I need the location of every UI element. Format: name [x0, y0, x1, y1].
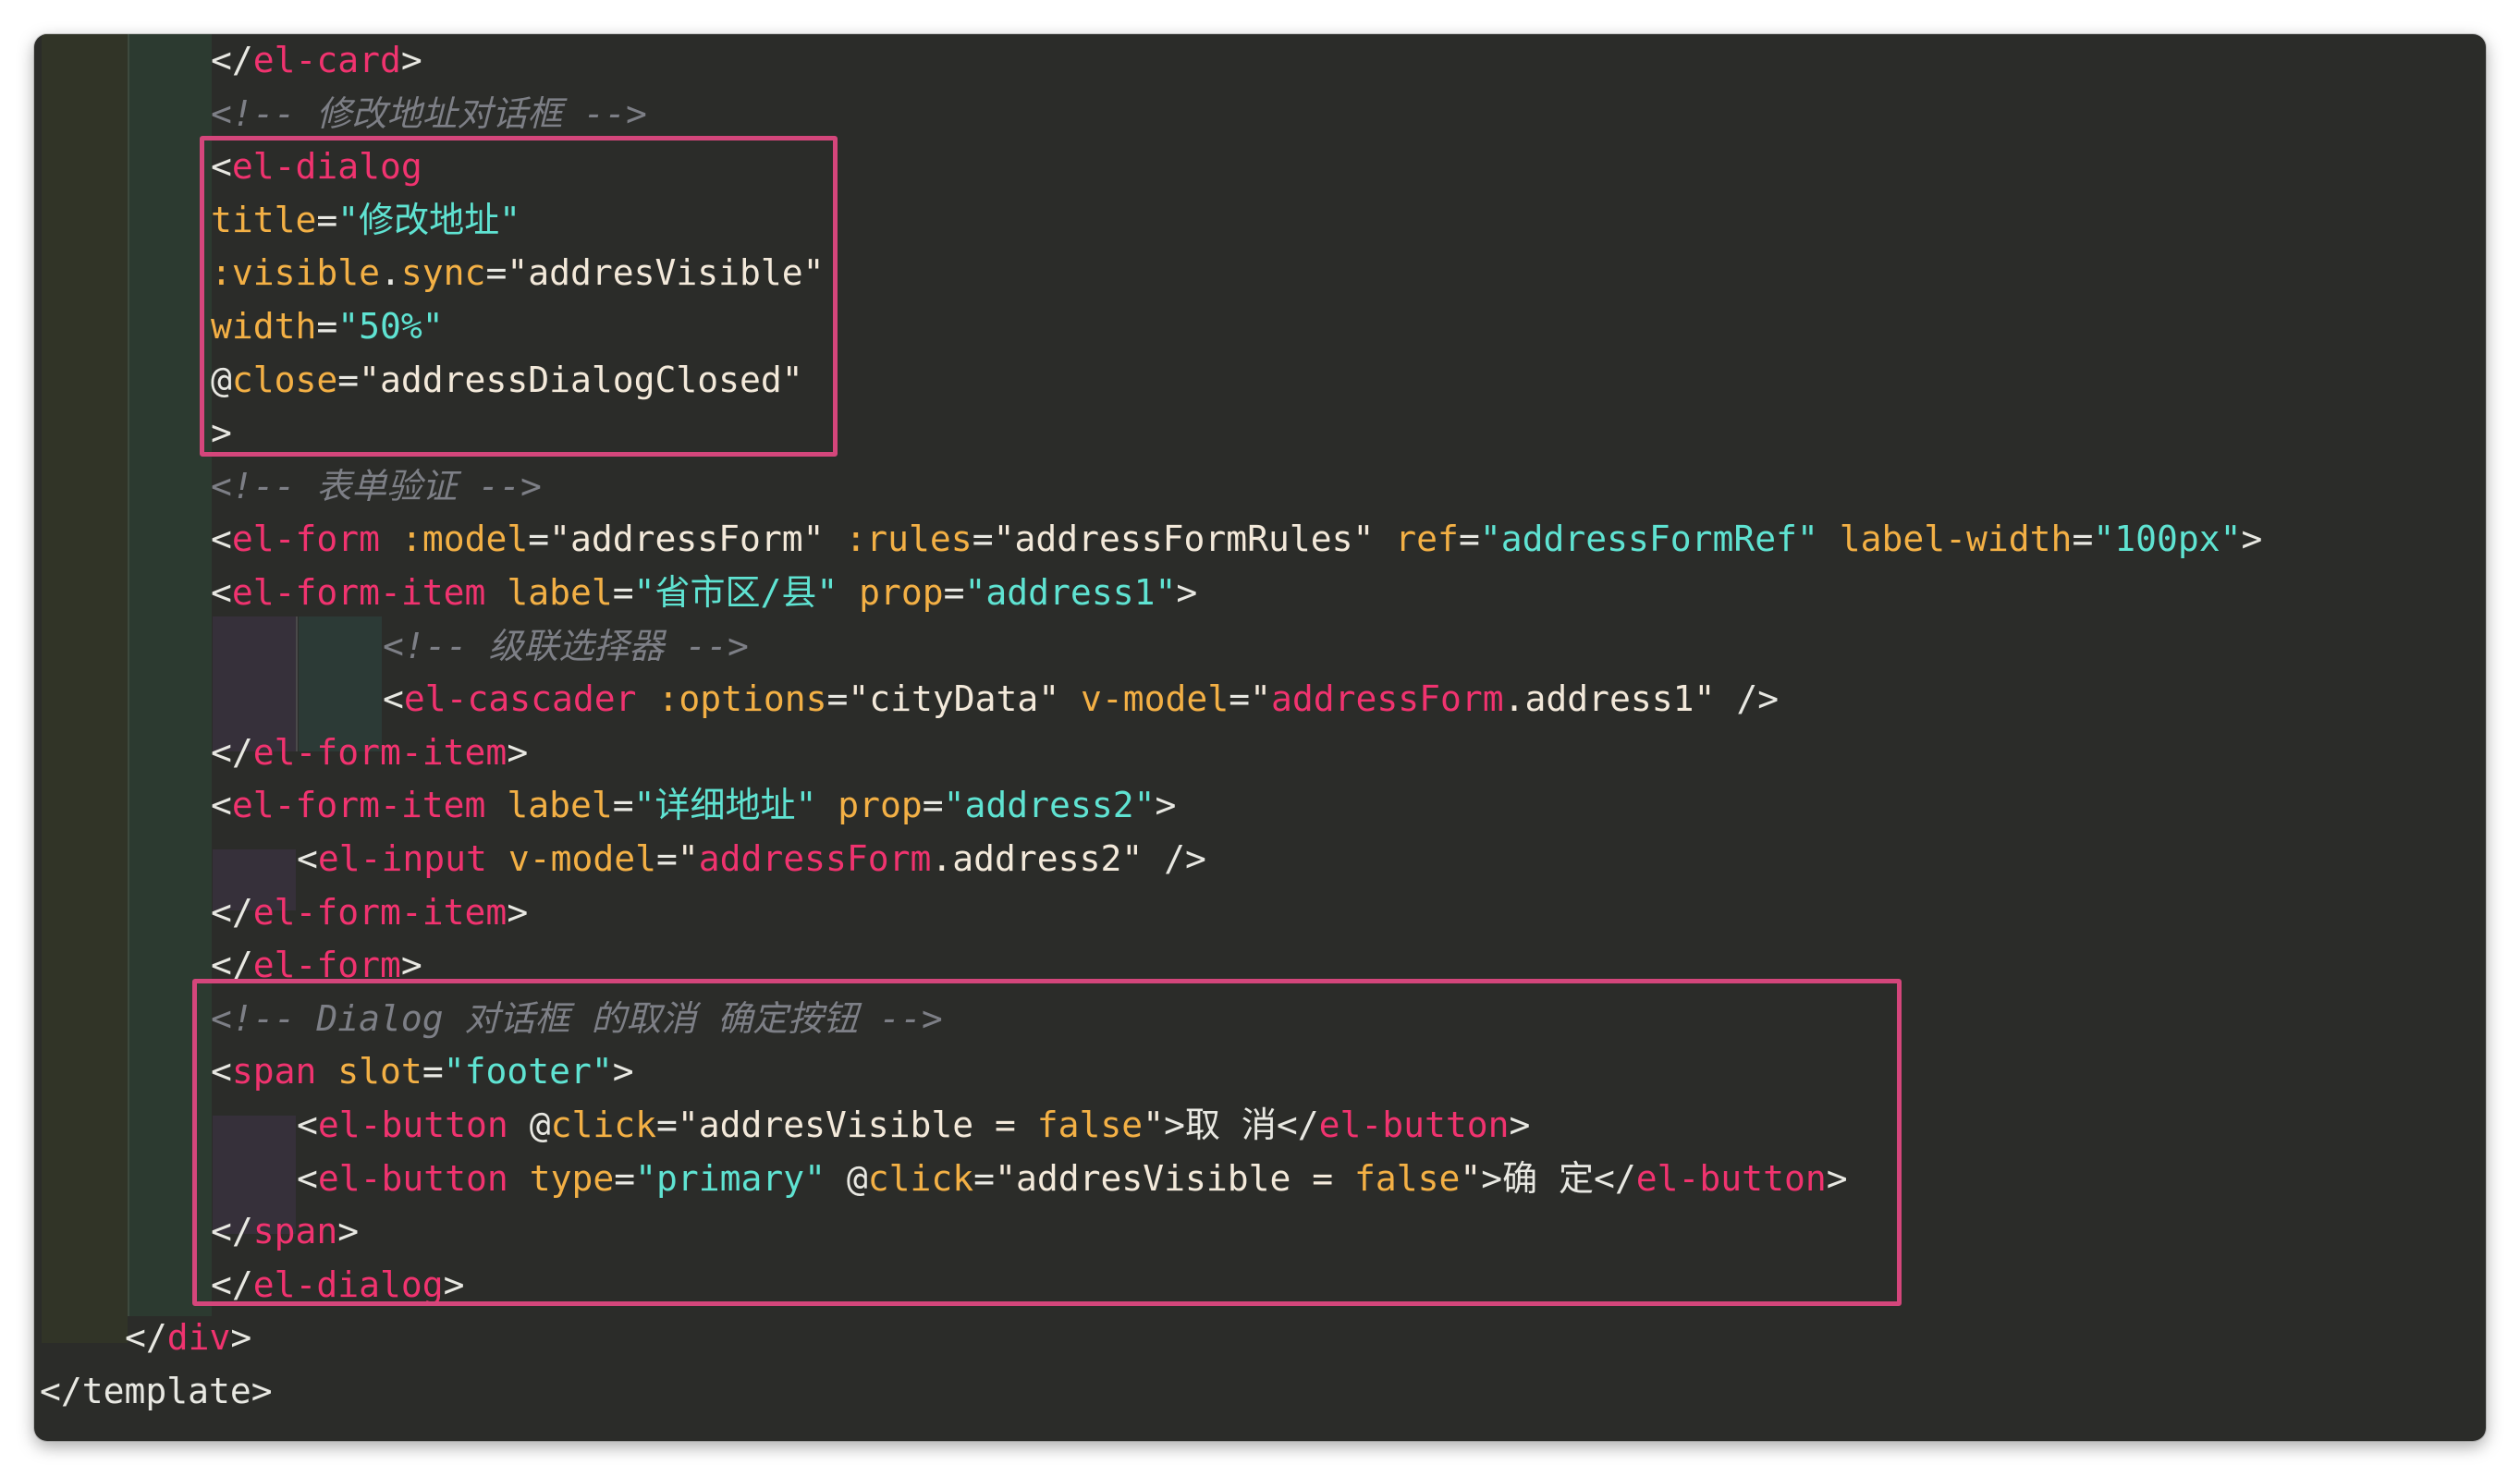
code-token: label-width: [1839, 519, 2073, 560]
code-token: el-form: [231, 519, 381, 560]
code-token: =: [612, 785, 634, 826]
code-token: label: [507, 572, 613, 613]
code-token: <: [297, 838, 318, 879]
code-token: :model: [400, 519, 529, 560]
code-token: prop: [838, 785, 923, 826]
code-token: "addressFormRules": [993, 519, 1375, 560]
code-token: el-form-item: [252, 891, 508, 933]
code-line: </el-card>: [211, 34, 422, 86]
code-line: <!-- 级联选择器 -->: [383, 620, 749, 672]
code-token: >: [400, 40, 422, 80]
code-token: =: [972, 519, 994, 560]
code-token: v-model: [508, 838, 656, 879]
code-token: :options: [657, 678, 827, 720]
code-token: prop: [859, 572, 944, 613]
code-token: "100px": [2093, 519, 2242, 560]
code-token: ref: [1395, 519, 1459, 560]
code-editor-window: </el-card> <!-- 修改地址对话框 --> <el-dialog titl…: [34, 34, 2486, 1441]
code-line: </el-form-item>: [211, 886, 528, 938]
code-line: <el-cascader :options="cityData" v-model…: [383, 673, 1779, 725]
code-token: ": [677, 838, 699, 879]
code-token: el-cascader: [403, 678, 637, 720]
code-token: "详细地址": [633, 785, 817, 826]
code-token: ": [1250, 678, 1271, 720]
code-token: div: [166, 1317, 231, 1359]
code-line: <!-- 修改地址对话框 -->: [211, 88, 647, 140]
code-token: />: [1715, 678, 1780, 720]
code-token: =: [1229, 678, 1251, 720]
code-line: <!-- 表单验证 -->: [211, 460, 542, 512]
code-token: </: [211, 40, 253, 80]
code-token: >: [230, 1317, 252, 1359]
code-token: =: [612, 572, 634, 613]
code-token: =: [826, 678, 849, 720]
code-token: el-card: [252, 40, 401, 80]
code-token: addressForm: [1270, 678, 1504, 720]
code-token: <: [211, 519, 232, 560]
code-token: "cityData": [848, 678, 1060, 720]
code-token: =: [2072, 519, 2094, 560]
code-token: el-form-item: [252, 731, 508, 773]
code-token: =: [1458, 519, 1480, 560]
code-token: el-input: [317, 838, 487, 879]
code-line: </template>: [40, 1365, 273, 1417]
code-line: </div>: [125, 1312, 251, 1363]
code-token: <: [383, 678, 404, 720]
code-token: <: [211, 572, 232, 613]
code-token: <!-- 表单验证 -->: [211, 465, 542, 507]
code-token: </: [211, 731, 253, 773]
code-token: />: [1143, 838, 1206, 879]
code-token: addressForm: [698, 838, 932, 879]
code-line: </el-form-item>: [211, 726, 528, 778]
code-token: <: [211, 785, 232, 826]
code-token: el-form-item: [231, 572, 486, 613]
code-token: "addressFormRef": [1479, 519, 1818, 560]
code-token: </template>: [40, 1371, 273, 1411]
code-token: .address1": [1503, 678, 1716, 720]
code-token: >: [1155, 785, 1177, 826]
code-token: .address2": [931, 838, 1144, 879]
code-token: =: [922, 785, 944, 826]
code-line: <el-input v-model="addressForm.address2"…: [297, 833, 1206, 885]
code-token: >: [507, 731, 529, 773]
code-token: =: [528, 519, 550, 560]
indent-guide-outer: [42, 34, 128, 1343]
code-token: "address2": [943, 785, 1156, 826]
code-token: </: [211, 891, 253, 933]
highlight-box-dialog-attrs: [200, 136, 838, 457]
code-token: el-form-item: [231, 785, 486, 826]
code-token: >: [1176, 572, 1198, 613]
code-token: v-model: [1081, 678, 1229, 720]
code-token: </: [125, 1317, 167, 1359]
code-token: <!-- 级联选择器 -->: [383, 625, 749, 666]
code-line: <el-form-item label="详细地址" prop="address…: [211, 779, 1176, 831]
code-line: <el-form-item label="省市区/县" prop="addres…: [211, 567, 1197, 618]
code-token: "省市区/县": [633, 572, 838, 613]
code-token: :rules: [845, 519, 973, 560]
highlight-box-dialog-footer: [192, 979, 1902, 1306]
code-line: <el-form :model="addressForm" :rules="ad…: [211, 513, 2262, 565]
code-token: =: [943, 572, 965, 613]
code-token: <!-- 修改地址对话框 -->: [211, 92, 647, 134]
code-token: >: [2241, 519, 2263, 560]
code-token: "addressForm": [549, 519, 825, 560]
code-token: label: [507, 785, 613, 826]
code-token: "address1": [964, 572, 1177, 613]
code-token: =: [655, 838, 678, 879]
code-token: >: [507, 891, 529, 933]
